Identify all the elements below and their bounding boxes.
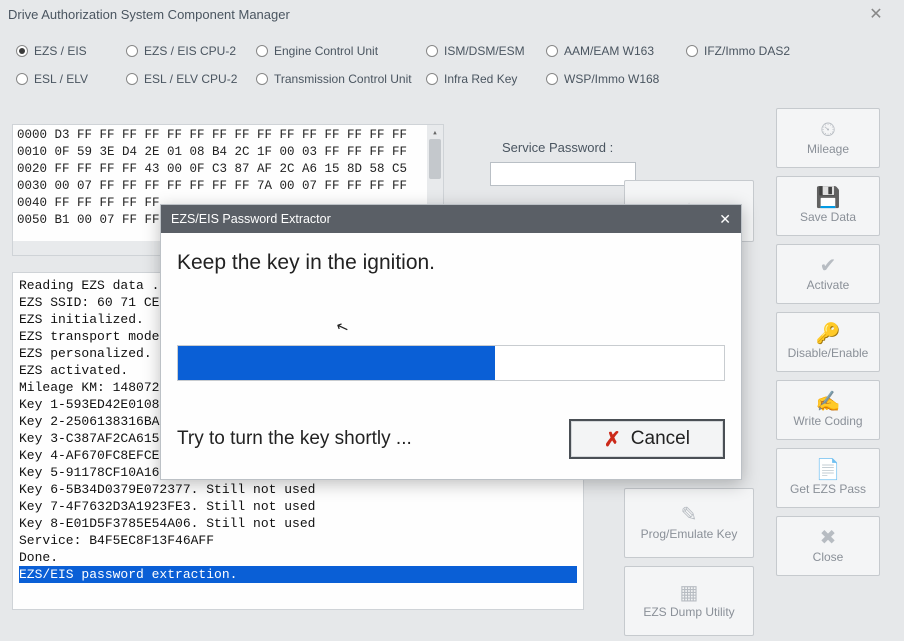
radio-icon [426,73,438,85]
dialog-heading: Keep the key in the ignition. [177,251,725,275]
radio-transmission[interactable]: Transmission Control Unit [256,72,426,86]
radio-icon [546,73,558,85]
chip-icon: ▦ [680,583,699,603]
radio-label: Engine Control Unit [274,44,378,58]
dialog-title: EZS/EIS Password Extractor [171,212,331,226]
window-close-icon[interactable]: ✕ [856,4,896,24]
log-line: Service: B4F5EC8F13F46AFF [19,532,577,549]
radio-esl-elv-cpu2[interactable]: ESL / ELV CPU-2 [126,72,256,86]
hex-line: 0030 00 07 FF FF FF FF FF FF FF 7A 00 07… [17,179,407,193]
radio-engine-control[interactable]: Engine Control Unit [256,44,426,58]
cancel-x-icon: ✗ [604,427,621,452]
radio-label: EZS / EIS CPU-2 [144,44,236,58]
activate-button[interactable]: ✔ Activate [776,244,880,304]
hex-line: 0010 0F 59 3E D4 2E 01 08 B4 2C 1F 00 03… [17,145,407,159]
log-line: Key 7-4F7632D3A1923FE3. Still not used [19,498,577,515]
button-label: Write Coding [793,414,862,428]
close-button[interactable]: ✖ Close [776,516,880,576]
log-line: Done. [19,549,577,566]
document-icon: 📄 [816,460,841,480]
button-label: EZS Dump Utility [643,605,734,619]
mileage-button[interactable]: ⏲ Mileage [776,108,880,168]
radio-label: ESL / ELV CPU-2 [144,72,237,86]
button-label: Prog/Emulate Key [641,527,738,541]
radio-esl-elv[interactable]: ESL / ELV [16,72,126,86]
hex-line: 0050 B1 00 07 FF FF [17,213,160,227]
dialog-body: Keep the key in the ignition. Try to tur… [161,233,741,479]
radio-wsp-immo[interactable]: WSP/Immo W168 [546,72,686,86]
radio-label: IFZ/Immo DAS2 [704,44,790,58]
get-ezs-pass-button[interactable]: 📄 Get EZS Pass [776,448,880,508]
progress-fill [178,346,495,380]
radio-label: ISM/DSM/ESM [444,44,525,58]
button-label: Mileage [807,142,849,156]
write-coding-button[interactable]: ✍ Write Coding [776,380,880,440]
cancel-button[interactable]: ✗ Cancel [569,419,725,459]
prog-emulate-key-button[interactable]: ✎ Prog/Emulate Key [624,488,754,558]
component-radio-group: EZS / EIS EZS / EIS CPU-2 Engine Control… [10,34,894,102]
button-label: Activate [807,278,850,292]
radio-label: Transmission Control Unit [274,72,412,86]
service-password-label: Service Password : [502,140,613,155]
password-extractor-dialog: EZS/EIS Password Extractor ✕ Keep the ke… [160,204,742,480]
radio-aam-eam[interactable]: AAM/EAM W163 [546,44,686,58]
radio-label: AAM/EAM W163 [564,44,654,58]
radio-ezs-eis-cpu2[interactable]: EZS / EIS CPU-2 [126,44,256,58]
radio-label: WSP/Immo W168 [564,72,659,86]
radio-label: Infra Red Key [444,72,517,86]
gauge-icon: ⏲ [820,120,836,140]
radio-icon [426,45,438,57]
disable-enable-button[interactable]: 🔑 Disable/Enable [776,312,880,372]
service-password-input[interactable] [490,162,636,186]
radio-icon [16,73,28,85]
key-icon: 🔑 [816,324,841,344]
log-line-active: EZS/EIS password extraction. [19,566,577,583]
radio-ism-dsm-esm[interactable]: ISM/DSM/ESM [426,44,546,58]
cancel-label: Cancel [631,428,690,450]
radio-icon [546,45,558,57]
button-label: Close [813,550,844,564]
check-icon: ✔ [820,256,837,276]
log-line: Key 8-E01D5F3785E54A06. Still not used [19,515,577,532]
button-label: Get EZS Pass [790,482,866,496]
write-icon: ✍ [816,392,841,412]
log-line: Key 6-5B34D0379E072377. Still not used [19,481,577,498]
dialog-titlebar: EZS/EIS Password Extractor ✕ [161,205,741,233]
window-title: Drive Authorization System Component Man… [8,7,290,22]
radio-icon [256,73,268,85]
radio-icon [126,45,138,57]
close-icon: ✖ [820,528,837,548]
save-icon: 💾 [816,188,841,208]
right-button-column: ⏲ Mileage 💾 Save Data ✔ Activate 🔑 Disable/E… [776,108,880,576]
pen-icon: ✎ [681,505,698,525]
window-titlebar: Drive Authorization System Component Man… [0,0,904,28]
ezs-dump-utility-button[interactable]: ▦ EZS Dump Utility [624,566,754,636]
radio-label: ESL / ELV [34,72,88,86]
scroll-thumb[interactable] [429,139,441,179]
save-data-button[interactable]: 💾 Save Data [776,176,880,236]
radio-ezs-eis[interactable]: EZS / EIS [16,44,126,58]
progress-bar [177,345,725,381]
main-content: EZS / EIS EZS / EIS CPU-2 Engine Control… [0,28,904,112]
radio-icon [686,45,698,57]
dialog-message: Try to turn the key shortly ... [177,428,412,450]
button-label: Disable/Enable [788,346,869,360]
hex-line: 0040 FF FF FF FF FF [17,196,160,210]
hex-line: 0020 FF FF FF FF 43 00 0F C3 87 AF 2C A6… [17,162,407,176]
radio-icon [16,45,28,57]
radio-icon [256,45,268,57]
radio-infrared-key[interactable]: Infra Red Key [426,72,546,86]
button-label: Save Data [800,210,856,224]
radio-icon [126,73,138,85]
radio-ifz-immo-das2[interactable]: IFZ/Immo DAS2 [686,44,806,58]
hex-line: 0000 D3 FF FF FF FF FF FF FF FF FF FF FF… [17,128,407,142]
radio-label: EZS / EIS [34,44,87,58]
dialog-close-icon[interactable]: ✕ [719,211,731,228]
